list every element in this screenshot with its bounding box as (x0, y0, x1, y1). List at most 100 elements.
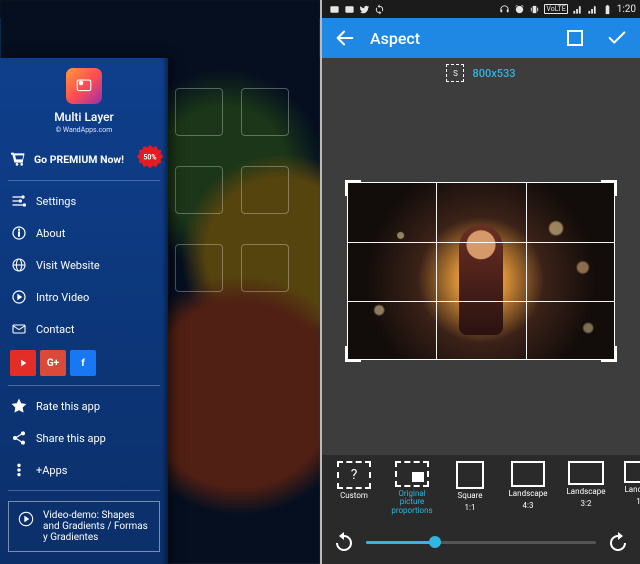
social-row: G+ f (0, 345, 168, 381)
share-icon (10, 429, 28, 447)
globe-icon (10, 256, 28, 274)
aspect-land43[interactable]: Landscape 4:3 (504, 461, 552, 516)
vibrate-icon (529, 4, 540, 15)
crop-box-button[interactable] (558, 21, 592, 55)
app-bar: Aspect (322, 18, 640, 58)
selection-icon: S (446, 64, 464, 82)
crop-border (347, 182, 615, 360)
twitter-icon (359, 4, 370, 15)
status-bar: VoLTE 1:20 (322, 0, 640, 18)
confirm-button[interactable] (600, 21, 634, 55)
drawer-item-label: About (36, 227, 65, 240)
original-box-icon (395, 461, 429, 487)
divider (8, 490, 160, 491)
canvas-area[interactable] (322, 88, 640, 455)
sync-icon (374, 4, 385, 15)
divider (8, 385, 160, 386)
rotate-slider-row (322, 522, 640, 564)
drawer-item--apps[interactable]: +Apps (0, 454, 168, 486)
facebook-button[interactable]: f (70, 350, 96, 376)
crop-photo[interactable] (347, 182, 615, 360)
aspect-box-icon (624, 461, 640, 483)
aspect-label: Landscape (509, 490, 548, 499)
discount-badge: 50% (136, 144, 164, 172)
drawer-item-label: Intro Video (36, 291, 89, 304)
drawer-item-rate-this-app[interactable]: Rate this app (0, 390, 168, 422)
drawer-item-label: Share this app (36, 432, 106, 445)
svg-text:50%: 50% (143, 153, 156, 161)
crop-handle-bl[interactable] (345, 346, 361, 362)
video-demo-button[interactable]: Video-demo: Shapes and Gradients / Forma… (8, 501, 160, 552)
aspect-box-icon (456, 461, 484, 489)
aspect-label: Square (458, 492, 483, 501)
aspect-sub: 4:3 (523, 501, 534, 510)
crop-handle-tr[interactable] (601, 180, 617, 196)
play-circle-icon (17, 510, 35, 528)
sliders-icon (10, 192, 28, 210)
play-circle-icon (10, 288, 28, 306)
aspect-options-row[interactable]: ? Custom Original picture proportions Squar… (322, 455, 640, 522)
signal-icon (572, 4, 583, 15)
signal-icon-2 (587, 4, 598, 15)
battery-icon (602, 4, 613, 15)
drawer-item-visit-website[interactable]: Visit Website (0, 249, 168, 281)
slider-thumb[interactable] (429, 536, 441, 548)
premium-label: Go PREMIUM Now! (34, 153, 124, 166)
aspect-square[interactable]: Square 1:1 (446, 461, 494, 516)
star-icon (10, 397, 28, 415)
video-demo-label: Video-demo: Shapes and Gradients / Forma… (43, 510, 151, 543)
custom-box-icon: ? (337, 461, 371, 489)
image-icon (344, 4, 355, 15)
divider (8, 180, 160, 181)
drawer-item-contact[interactable]: Contact (0, 313, 168, 345)
drawer-item-about[interactable]: About (0, 217, 168, 249)
app-title: Aspect (370, 29, 420, 48)
aspect-land32[interactable]: Landscape3:2 (562, 461, 610, 516)
youtube-button[interactable] (10, 350, 36, 376)
aspect-label: Custom (340, 492, 368, 501)
screen-aspect-crop: VoLTE 1:20 Aspect S 800x533 (320, 0, 640, 564)
drawer-item-label: Settings (36, 195, 76, 208)
rotate-cw-button[interactable] (606, 530, 630, 554)
drawer-item-settings[interactable]: Settings (0, 185, 168, 217)
rotate-slider[interactable] (366, 541, 596, 544)
navigation-drawer: Multi Layer © WandApps.com Go PREMIUM No… (0, 58, 168, 564)
aspect-label: Landscape (625, 486, 640, 495)
drawer-item-label: Contact (36, 323, 74, 336)
aspect-land169[interactable]: Landscape 16:9 (620, 461, 640, 516)
go-premium-button[interactable]: Go PREMIUM Now! 50% (0, 142, 168, 176)
drawer-item-share-this-app[interactable]: Share this app (0, 422, 168, 454)
more-icon (10, 461, 28, 479)
app-copyright: © WandApps.com (56, 126, 113, 134)
aspect-original[interactable]: Original picture proportions (388, 461, 436, 516)
googleplus-button[interactable]: G+ (40, 350, 66, 376)
aspect-box-icon (568, 461, 604, 485)
app-name: Multi Layer (54, 110, 114, 124)
rotate-ccw-button[interactable] (332, 530, 356, 554)
dimensions-row: S 800x533 (322, 58, 640, 88)
gallery-icon (329, 4, 340, 15)
alarm-icon (514, 4, 525, 15)
app-logo-block: Multi Layer © WandApps.com (0, 66, 168, 142)
status-time: 1:20 (617, 4, 636, 15)
app-logo-icon (66, 68, 102, 104)
screen-multilayer-drawer: VoLTE 1:19 Multi Layer Multi Layer © Wan… (0, 0, 320, 564)
headphones-icon (499, 4, 510, 15)
info-icon (10, 224, 28, 242)
aspect-sub: 1:1 (465, 503, 476, 512)
drawer-item-intro-video[interactable]: Intro Video (0, 281, 168, 313)
back-button[interactable] (328, 21, 362, 55)
mail-icon (10, 320, 28, 338)
volte-badge: VoLTE (544, 4, 567, 14)
aspect-label: Landscape (567, 488, 606, 497)
cart-icon (8, 149, 28, 169)
aspect-box-icon (511, 461, 545, 487)
aspect-sub: 16:9 (636, 497, 640, 506)
crop-handle-br[interactable] (601, 346, 617, 362)
crop-handle-tl[interactable] (345, 180, 361, 196)
crop-body: S 800x533 ? Custom Original picture propor… (322, 58, 640, 564)
aspect-custom[interactable]: ? Custom (330, 461, 378, 516)
drawer-item-label: +Apps (36, 464, 67, 477)
aspect-label: Original picture proportions (388, 490, 436, 516)
dimensions-label: 800x533 (472, 67, 515, 80)
